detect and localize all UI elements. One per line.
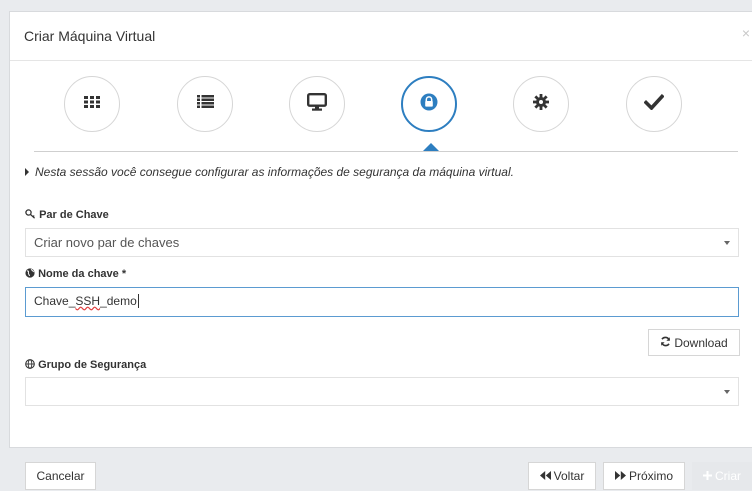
check-icon xyxy=(643,93,665,115)
grid-icon xyxy=(84,95,100,113)
list-icon xyxy=(196,95,214,113)
modal-title: Criar Máquina Virtual xyxy=(24,28,156,44)
key-icon xyxy=(25,209,39,221)
security-group-label: Grupo de Segurança xyxy=(25,359,146,371)
cancel-button[interactable]: Cancelar xyxy=(25,462,96,490)
chevron-down-icon xyxy=(724,390,730,394)
next-button[interactable]: Próximo xyxy=(603,462,685,490)
step-settings[interactable] xyxy=(513,76,569,132)
key-pair-label: Par de Chave xyxy=(25,209,109,221)
step-list[interactable] xyxy=(177,76,233,132)
key-pair-select[interactable]: Criar novo par de chaves xyxy=(25,228,739,257)
backward-icon xyxy=(539,469,554,483)
world-icon xyxy=(25,359,38,371)
back-button[interactable]: Voltar xyxy=(528,462,596,490)
intro-text: Nesta sessão você consegue configurar as… xyxy=(25,165,514,179)
wizard-steps xyxy=(9,59,752,153)
create-button[interactable]: Criar xyxy=(692,462,752,490)
caret-right-icon xyxy=(25,168,29,176)
download-button[interactable]: Download xyxy=(648,329,740,356)
wizard-divider xyxy=(34,151,738,152)
modal-header: Criar Máquina Virtual × xyxy=(10,12,752,61)
key-pair-selected: Criar novo par de chaves xyxy=(34,235,180,250)
step-security[interactable] xyxy=(401,76,457,132)
active-step-indicator xyxy=(423,143,439,151)
plus-icon xyxy=(703,469,715,483)
step-grid[interactable] xyxy=(64,76,120,132)
forward-icon xyxy=(614,469,629,483)
step-monitor[interactable] xyxy=(289,76,345,132)
gear-icon xyxy=(533,93,549,115)
security-group-select[interactable] xyxy=(25,377,739,406)
close-icon[interactable]: × xyxy=(742,25,750,41)
globe-icon xyxy=(25,268,38,280)
refresh-icon xyxy=(660,336,674,350)
key-name-field[interactable]: Chave_SSH_demo xyxy=(25,287,739,317)
key-name-label: Nome da chave * xyxy=(25,268,126,280)
monitor-icon xyxy=(307,92,328,116)
chevron-down-icon xyxy=(724,241,730,245)
spellcheck-underline: SSH xyxy=(75,294,101,308)
step-confirm[interactable] xyxy=(626,76,682,132)
lock-icon xyxy=(420,93,438,116)
